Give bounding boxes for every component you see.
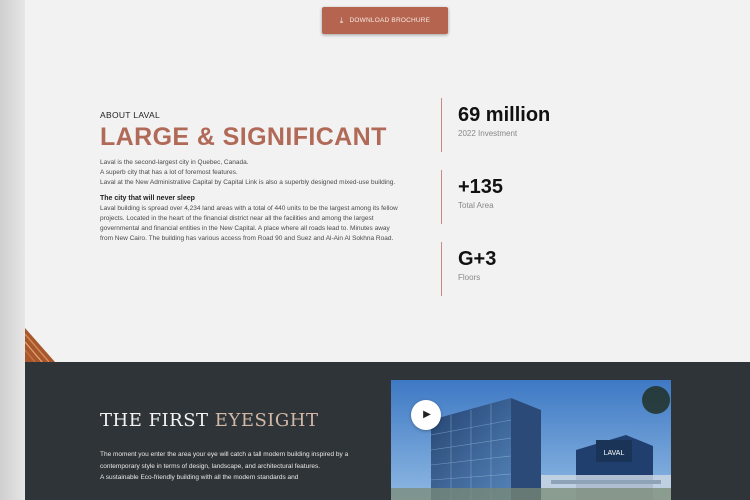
page: ⤓ DOWNLOAD BROCHURE ABOUT LAVAL LARGE & … (25, 0, 750, 500)
first-eyesight-title-accent: EYESIGHT (214, 410, 319, 431)
download-brochure-button[interactable]: ⤓ DOWNLOAD BROCHURE (322, 7, 448, 34)
about-body: Laval building is spread over 4,234 land… (100, 205, 398, 242)
wood-texture-image (25, 328, 55, 362)
stat-investment: 69 million 2022 Investment (441, 98, 641, 152)
about-intro-line: Laval at the New Administrative Capital … (100, 179, 396, 186)
first-eyesight-paragraph: The moment you enter the area your eye w… (100, 451, 349, 470)
first-eyesight-title-main: THE FIRST (100, 410, 209, 431)
download-brochure-label: DOWNLOAD BROCHURE (349, 17, 431, 24)
first-eyesight-section: THE FIRST EYESIGHT The moment you enter … (25, 362, 750, 500)
play-icon: ▶ (423, 409, 431, 420)
about-section: ABOUT LAVAL LARGE & SIGNIFICANT Laval is… (100, 110, 400, 244)
first-eyesight-paragraph: A sustainable Eco-friendly building with… (100, 474, 299, 481)
building-sign: LAVAL (604, 450, 625, 457)
about-intro-line: Laval is the second-largest city in Queb… (100, 159, 249, 166)
stat-label: Total Area (458, 201, 494, 210)
stat-total-area: +135 Total Area (441, 170, 641, 224)
stat-value: +135 (458, 176, 504, 198)
stat-label: 2022 Investment (458, 129, 518, 138)
building-video-thumbnail[interactable]: LAVAL ▶ (391, 380, 671, 500)
first-eyesight-title: THE FIRST EYESIGHT (100, 410, 318, 431)
stat-label: Floors (458, 273, 481, 282)
play-button[interactable]: ▶ (411, 400, 441, 430)
stats-list: 69 million 2022 Investment +135 Total Ar… (441, 98, 641, 314)
about-intro-line: A superb city that has a lot of foremost… (100, 169, 238, 176)
page-edge-shadow (0, 0, 25, 500)
about-subhead: The city that will never sleep (100, 195, 195, 202)
about-headline: LARGE & SIGNIFICANT (100, 123, 387, 151)
building-illustration: LAVAL (391, 380, 671, 500)
first-eyesight-body: The moment you enter the area your eye w… (100, 449, 365, 484)
about-eyebrow: ABOUT LAVAL (100, 110, 160, 120)
stat-floors: G+3 Floors (441, 242, 641, 296)
stat-value: G+3 (458, 248, 497, 270)
stat-value: 69 million (458, 104, 551, 126)
download-icon: ⤓ (339, 15, 344, 25)
